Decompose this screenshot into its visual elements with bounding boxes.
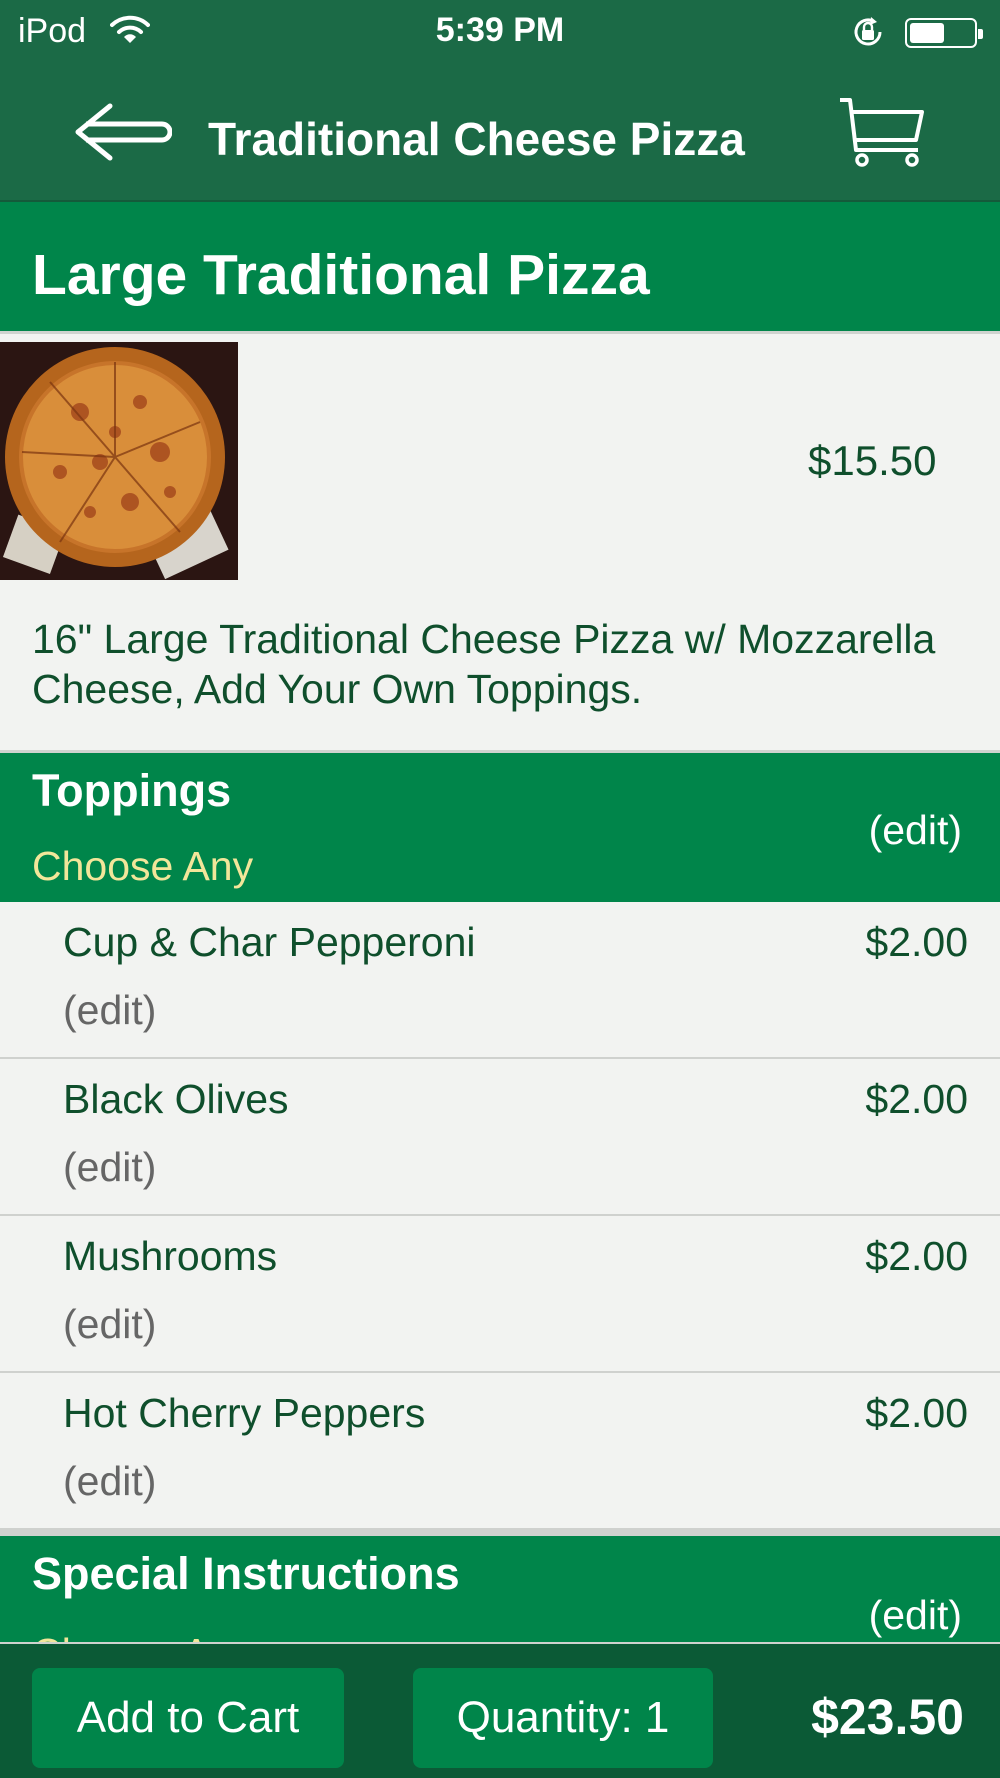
item-details: $15.50 16" Large Traditional Cheese Pizz… — [0, 334, 1000, 750]
page-title: Traditional Cheese Pizza — [208, 113, 745, 165]
topping-row[interactable]: Mushrooms $2.00 (edit) — [0, 1216, 1000, 1373]
toppings-section-header: Toppings Choose Any (edit) — [0, 750, 1000, 902]
topping-edit-link[interactable]: (edit) — [63, 1301, 156, 1348]
topping-row[interactable]: Cup & Char Pepperoni $2.00 (edit) — [0, 902, 1000, 1059]
quantity-button[interactable]: Quantity: 1 — [413, 1668, 713, 1768]
item-description: 16" Large Traditional Cheese Pizza w/ Mo… — [32, 616, 936, 712]
rotation-lock-icon — [850, 14, 886, 55]
topping-name: Black Olives — [63, 1076, 289, 1122]
navigation-bar: Traditional Cheese Pizza — [0, 64, 1000, 202]
topping-price: $2.00 — [865, 1076, 968, 1122]
topping-row[interactable]: Black Olives $2.00 (edit) — [0, 1059, 1000, 1216]
special-instructions-edit-link[interactable]: (edit) — [869, 1592, 962, 1639]
bottom-bar: Add to Cart Quantity: 1 $23.50 — [0, 1642, 1000, 1778]
topping-name: Hot Cherry Peppers — [63, 1390, 426, 1436]
topping-edit-link[interactable]: (edit) — [63, 987, 156, 1034]
order-total: $23.50 — [811, 1689, 964, 1745]
topping-edit-link[interactable]: (edit) — [63, 1144, 156, 1191]
special-instructions-subtitle: Choose Any — [32, 1630, 253, 1642]
topping-name: Mushrooms — [63, 1233, 278, 1279]
toppings-edit-link[interactable]: (edit) — [869, 807, 962, 854]
topping-price: $2.00 — [865, 1390, 968, 1436]
topping-price: $2.00 — [865, 919, 968, 965]
special-instructions-header: Special Instructions Choose Any (edit) — [0, 1530, 1000, 1642]
topping-name: Cup & Char Pepperoni — [63, 919, 476, 965]
topping-edit-link[interactable]: (edit) — [63, 1458, 156, 1505]
status-bar: iPod 5:39 PM — [0, 0, 1000, 64]
item-title: Large Traditional Pizza — [32, 243, 650, 307]
item-price: $15.50 — [808, 437, 937, 484]
toppings-subtitle: Choose Any — [32, 843, 254, 889]
topping-row[interactable]: Hot Cherry Peppers $2.00 (edit) — [0, 1373, 1000, 1530]
item-header: Large Traditional Pizza — [0, 202, 1000, 334]
back-arrow-icon[interactable] — [72, 102, 173, 162]
pizza-image — [0, 342, 238, 580]
add-to-cart-button[interactable]: Add to Cart — [32, 1668, 344, 1768]
shopping-cart-icon[interactable] — [838, 94, 928, 170]
topping-price: $2.00 — [865, 1233, 968, 1279]
battery-icon — [905, 18, 983, 48]
special-instructions-title: Special Instructions — [32, 1548, 460, 1599]
toppings-title: Toppings — [32, 765, 232, 816]
